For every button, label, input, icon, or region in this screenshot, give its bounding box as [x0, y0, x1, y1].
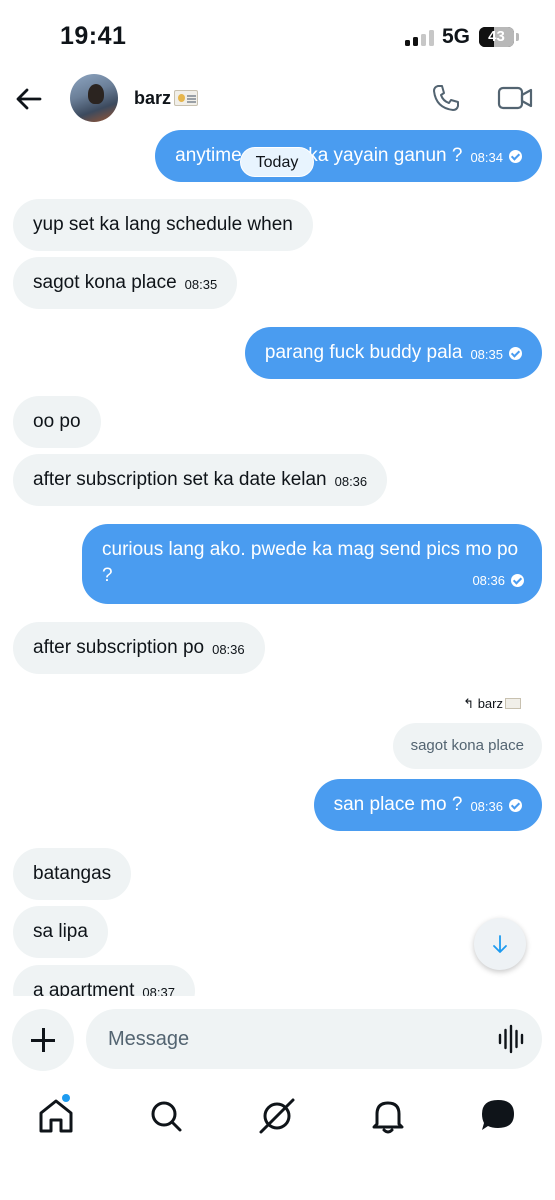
add-attachment-button[interactable]: [12, 1009, 74, 1071]
message-bubble-outgoing[interactable]: parang fuck buddy pala 08:35: [244, 327, 542, 379]
message-bubble-incoming[interactable]: sagot kona place 08:35: [13, 257, 238, 309]
message-bubble-incoming[interactable]: a apartment 08:37: [13, 965, 195, 996]
arrow-down-icon: [493, 935, 507, 953]
battery-cap: [516, 33, 519, 41]
voice-message-icon[interactable]: [497, 1024, 525, 1054]
message-bubble-outgoing[interactable]: san place mo ? 08:36: [313, 779, 542, 831]
contact-name[interactable]: barz: [134, 88, 171, 109]
network-label: 5G: [442, 25, 471, 48]
composer: [0, 996, 555, 1082]
notification-dot: [62, 1094, 70, 1102]
quoted-message[interactable]: sagot kona place: [392, 723, 542, 769]
message-bubble-incoming[interactable]: oo po: [13, 396, 101, 448]
signal-icon: [405, 30, 435, 46]
read-check-icon: [509, 799, 522, 812]
home-icon[interactable]: [36, 1096, 76, 1136]
read-check-icon: [509, 150, 522, 163]
message-text: curious lang ako. pwede ka mag send pics…: [102, 539, 519, 586]
reply-arrow-icon: ↰: [463, 696, 478, 711]
message-text: a apartment: [33, 980, 135, 996]
message-bubble-outgoing[interactable]: curious lang ako. pwede ka mag send pics…: [82, 524, 542, 604]
message-time: 08:36: [212, 642, 245, 657]
message-text: san place mo ?: [333, 794, 463, 815]
message-time: 08:34: [470, 150, 503, 165]
avatar[interactable]: [70, 74, 118, 122]
message-time: 08:35: [184, 277, 218, 292]
message-text: batangas: [33, 863, 112, 884]
battery-level: 43: [488, 28, 505, 45]
grok-icon[interactable]: [257, 1096, 297, 1136]
bottom-navigation: [0, 1082, 555, 1200]
reply-context-label: ↰ barz: [463, 696, 521, 712]
messages-icon[interactable]: [478, 1096, 518, 1136]
date-separator: Today: [240, 147, 314, 177]
id-card-icon: [505, 698, 521, 709]
status-time: 19:41: [60, 22, 127, 50]
video-call-icon[interactable]: [497, 83, 533, 113]
message-text: after subscription po: [33, 637, 205, 658]
message-time-row: 08:36: [472, 568, 524, 594]
message-text: parang fuck buddy pala: [264, 342, 463, 363]
message-list[interactable]: anytime pwede ka yayain ganun ? 08:34 yup…: [0, 130, 555, 996]
message-bubble-incoming[interactable]: yup set ka lang schedule when: [13, 199, 313, 251]
phone-icon[interactable]: [430, 82, 462, 114]
message-text: anytime pwede ka yayain ganun ?: [175, 145, 463, 166]
message-time: 08:36: [472, 573, 505, 588]
id-card-icon: [174, 90, 198, 106]
message-time: 08:36: [470, 799, 503, 814]
read-check-icon: [509, 347, 522, 360]
scroll-to-bottom-button[interactable]: [474, 918, 526, 970]
status-bar: 19:41 5G 43: [0, 0, 555, 66]
notifications-icon[interactable]: [368, 1096, 408, 1136]
message-text: sagot kona place: [33, 272, 177, 293]
message-bubble-incoming[interactable]: after subscription po 08:36: [13, 622, 265, 674]
message-text: after subscription set ka date kelan: [33, 469, 327, 490]
read-check-icon: [511, 574, 524, 587]
search-icon[interactable]: [146, 1096, 186, 1136]
message-input[interactable]: [86, 1009, 542, 1069]
message-time: 08:37: [142, 985, 175, 996]
message-bubble-incoming[interactable]: after subscription set ka date kelan 08:3…: [13, 454, 388, 506]
message-bubble-outgoing[interactable]: anytime pwede ka yayain ganun ? 08:34: [155, 130, 542, 182]
message-time: 08:35: [470, 347, 503, 362]
message-text: yup set ka lang schedule when: [33, 214, 293, 235]
reply-to-name: barz: [477, 696, 503, 711]
conversation-header: barz: [0, 66, 555, 130]
message-time: 08:36: [334, 474, 368, 489]
back-arrow-icon[interactable]: [12, 82, 46, 116]
message-text: sa lipa: [33, 921, 88, 942]
message-bubble-incoming[interactable]: batangas: [13, 848, 132, 900]
battery-icon: 43: [479, 27, 514, 47]
message-text: oo po: [33, 411, 81, 432]
message-bubble-incoming[interactable]: sa lipa: [13, 906, 108, 958]
